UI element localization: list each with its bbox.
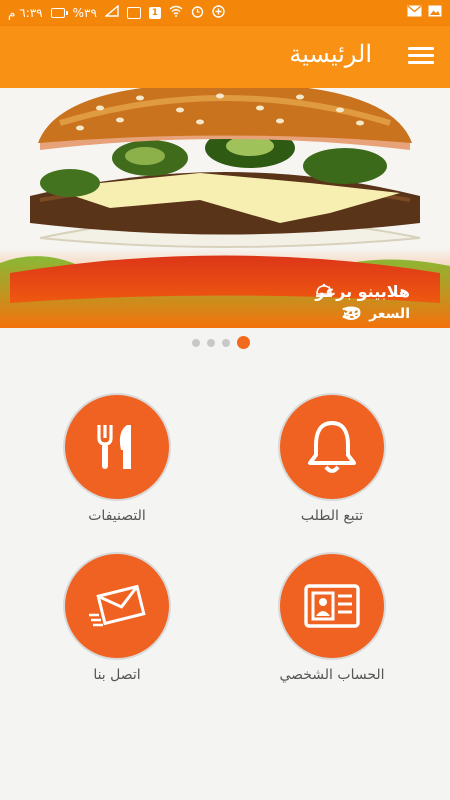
status-bar-right [407,5,442,21]
app-bar: الرئيسية [0,26,450,88]
banner-price-row: 20 السعر [342,306,436,322]
pager-dot-4-active[interactable] [237,336,250,349]
track-order-label: تتبع الطلب [300,508,364,524]
battery-icon [50,8,68,18]
page-title: الرئيسية [289,40,372,68]
mail-icon [407,5,422,21]
pager-dot-2[interactable] [207,338,215,347]
battery-percent: %٣٩ [72,6,97,20]
id-card-icon [304,584,360,628]
track-order-tile[interactable]: تتبع الطلب [272,393,392,524]
profile-button[interactable] [278,552,386,660]
gallery-icon [428,5,442,21]
alarm-icon [191,5,204,22]
contact-label: اتصل بنا [93,667,141,683]
status-time: ٦:٣٩ م [8,6,43,20]
pager-dot-3[interactable] [222,338,230,347]
pager-dot-1[interactable] [192,338,200,347]
contact-button[interactable] [63,552,171,660]
envelope-icon [89,584,146,627]
status-bar: ٦:٣٩ م %٣٩ 1 [0,0,450,26]
data-saver-icon [212,4,225,22]
profile-label: الحساب الشخصي [279,667,385,683]
status-bar-left: ٦:٣٩ م %٣٩ 1 [8,4,225,22]
banner-pager [192,336,250,349]
contact-tile[interactable]: اتصل بنا [57,552,177,683]
categories-button[interactable] [63,393,171,501]
track-order-button[interactable] [278,393,386,501]
hamburger-menu-button[interactable] [408,44,434,70]
wifi-icon [169,5,183,21]
categories-tile[interactable]: التصنيفات [57,393,177,524]
cloche-icon [316,283,436,300]
menu-line [408,61,434,64]
bell-icon [308,421,356,473]
menu-line [408,47,434,50]
banner-name-row: هلابينو برغر [315,282,436,301]
price-label: السعر [369,306,410,322]
menu-line [408,54,434,57]
fork-knife-icon [97,425,131,469]
notification-badge: 1 [148,7,161,19]
signal-icon [104,4,119,21]
profile-tile[interactable]: الحساب الشخصي [272,552,392,683]
signal-box-icon [126,7,141,19]
featured-banner[interactable]: هلابينو برغر 20 السعر [0,88,450,328]
categories-label: التصنيفات [88,508,146,524]
coins-stack-icon [343,306,436,322]
